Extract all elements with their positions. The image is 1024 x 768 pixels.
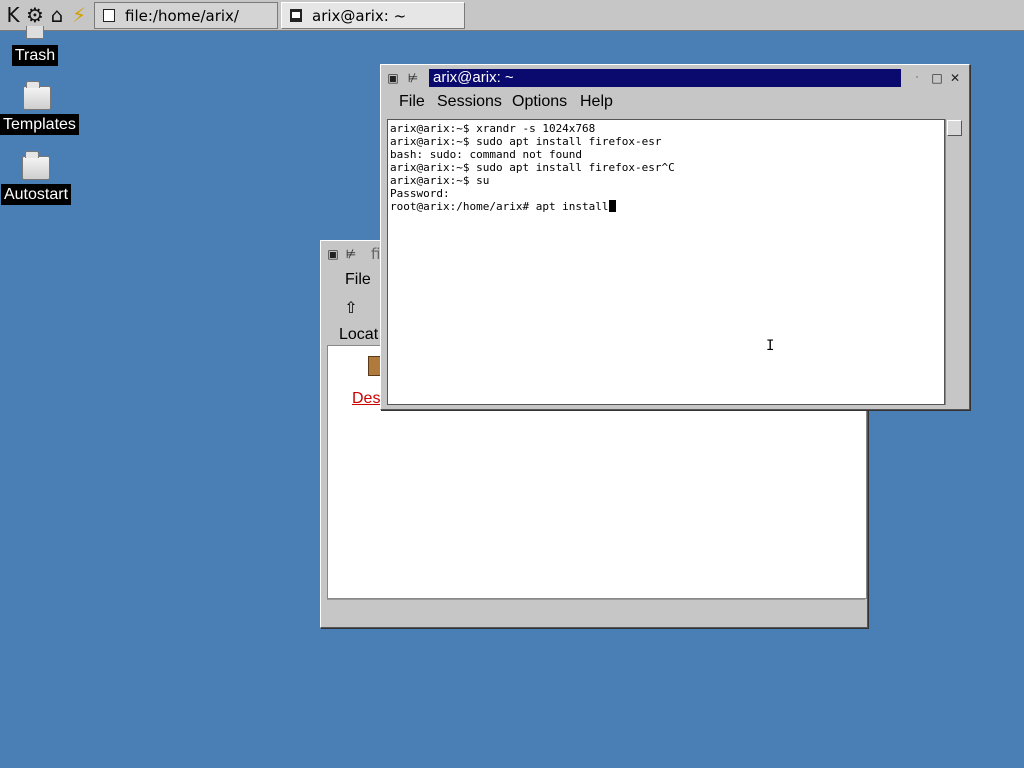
konqueror-icon[interactable]: ⚡ <box>68 2 90 28</box>
menu-options[interactable]: Options <box>512 89 567 115</box>
task-label: file:/home/arix/ <box>125 7 239 25</box>
pin-icon[interactable]: ⊭ <box>405 70 421 86</box>
minimize-icon[interactable]: · <box>909 70 925 86</box>
task-button-terminal[interactable]: arix@arix: ~ <box>281 2 465 29</box>
menu-help[interactable]: Help <box>580 89 613 115</box>
trash-icon <box>26 26 44 39</box>
desktop-icon-label: Autostart <box>0 184 72 205</box>
desktop-icon-label: Templates <box>0 114 79 135</box>
terminal-line: Password: <box>390 187 450 200</box>
terminal-line: arix@arix:~$ xrandr -s 1024x768 <box>390 122 596 135</box>
location-label: Locat <box>339 326 379 343</box>
window-title: arix@arix: ~ <box>429 69 901 87</box>
pin-icon[interactable]: ⊭ <box>343 246 359 262</box>
home-folder-icon[interactable]: ⌂ <box>46 2 68 28</box>
status-bar <box>327 599 865 620</box>
desktop-icon-autostart[interactable]: Autostart <box>0 151 72 205</box>
folder-icon <box>22 151 50 180</box>
up-arrow-icon[interactable]: ⇧ <box>339 297 363 319</box>
desktop-icon-templates[interactable]: Templates <box>0 81 79 135</box>
terminal-line: root@arix:/home/arix# apt install <box>390 200 609 213</box>
terminal-icon <box>290 9 302 22</box>
terminal-line: arix@arix:~$ sudo apt install firefox-es… <box>390 161 675 174</box>
terminal-menubar: File Sessions Options Help <box>385 89 965 115</box>
terminal-output[interactable]: arix@arix:~$ xrandr -s 1024x768 arix@ari… <box>387 119 945 405</box>
menu-file[interactable]: File <box>345 267 371 293</box>
terminal-prompt-line: root@arix:/home/arix# apt install <box>390 200 944 213</box>
task-label: arix@arix: ~ <box>312 7 407 25</box>
taskbar: K ⚙ ⌂ ⚡ file:/home/arix/ arix@arix: ~ <box>0 0 1024 31</box>
kmenu-icon[interactable]: ⚙ <box>24 2 46 28</box>
ibeam-cursor-icon: I <box>766 338 775 354</box>
window-menu-icon[interactable]: ▣ <box>325 246 341 262</box>
document-icon <box>103 9 115 22</box>
task-button-file-manager[interactable]: file:/home/arix/ <box>94 2 278 29</box>
file-item-label[interactable]: Des <box>352 390 380 408</box>
terminal-line: bash: sudo: command not found <box>390 148 583 161</box>
desktop-icon-trash[interactable]: Trash <box>8 26 62 66</box>
maximize-icon[interactable]: □ <box>929 70 945 86</box>
terminal-window: ▣ ⊭ arix@arix: ~ · □ ✕ File Sessions Opt… <box>380 64 970 410</box>
kde-k-icon[interactable]: K <box>2 2 24 28</box>
terminal-line: arix@arix:~$ su <box>390 174 490 187</box>
terminal-scrollbar[interactable] <box>945 119 962 405</box>
folder-icon <box>23 81 51 110</box>
scrollbar-thumb[interactable] <box>947 120 962 136</box>
menu-file[interactable]: File <box>399 89 425 115</box>
menu-sessions[interactable]: Sessions <box>437 89 502 115</box>
terminal-titlebar[interactable]: ▣ ⊭ arix@arix: ~ · □ ✕ <box>385 69 965 87</box>
text-cursor <box>608 200 616 212</box>
close-icon[interactable]: ✕ <box>947 70 963 86</box>
desktop-icon-label: Trash <box>11 45 59 66</box>
window-menu-icon[interactable]: ▣ <box>385 70 401 86</box>
terminal-line: arix@arix:~$ sudo apt install firefox-es… <box>390 135 662 148</box>
